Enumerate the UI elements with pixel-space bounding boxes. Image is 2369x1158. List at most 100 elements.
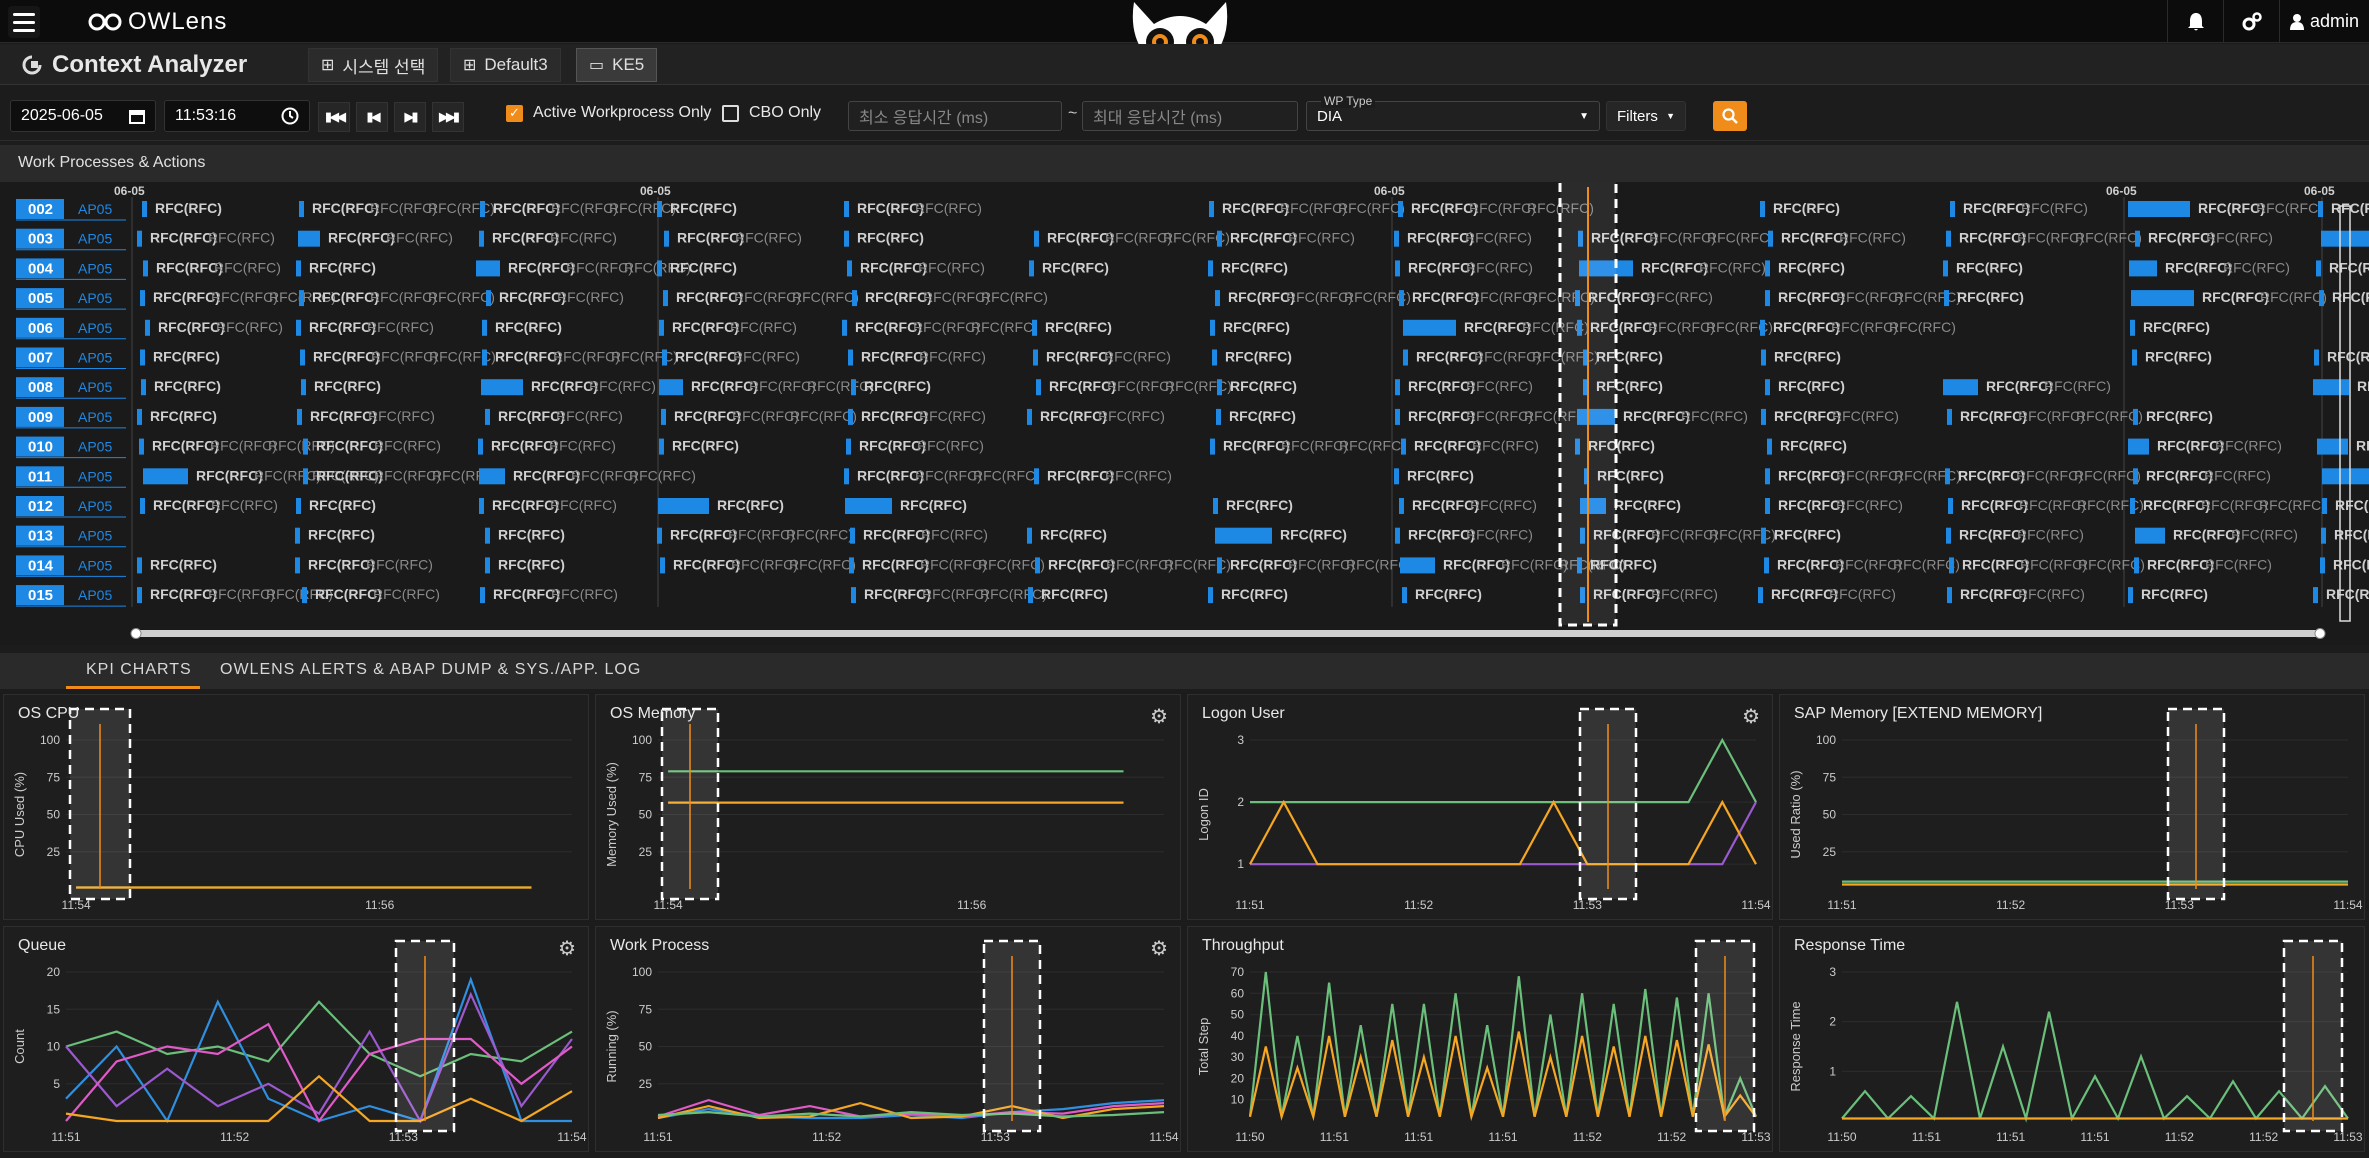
tab-alerts-dump-log[interactable]: OWLENS ALERTS & ABAP DUMP & SYS./APP. LO… [220, 661, 641, 679]
wp-action-bar[interactable] [2130, 498, 2135, 514]
wp-action-bar[interactable] [1394, 468, 1399, 485]
wp-action-bar[interactable] [1036, 379, 1041, 396]
wp-action-bar[interactable] [2313, 379, 2349, 396]
wp-action-bar[interactable] [1765, 468, 1770, 485]
wp-action-bar[interactable] [1217, 557, 1222, 574]
wp-action-bar[interactable] [145, 319, 150, 336]
wp-action-bar[interactable] [1761, 527, 1766, 544]
wp-action-bar[interactable] [479, 468, 505, 485]
wp-action-bar[interactable] [1943, 379, 1978, 396]
wp-action-bar[interactable] [140, 349, 145, 366]
filters-dropdown[interactable]: Filters ▼ [1606, 101, 1686, 131]
wp-action-bar[interactable] [1760, 319, 1765, 336]
wp-action-bar[interactable] [137, 557, 142, 574]
wp-action-bar[interactable] [482, 319, 487, 336]
wp-action-bar[interactable] [1210, 319, 1215, 336]
wp-action-bar[interactable] [143, 260, 148, 277]
wp-action-bar[interactable] [852, 290, 857, 307]
wp-action-bar[interactable] [1215, 290, 1220, 307]
wp-action-bar[interactable] [2133, 408, 2138, 425]
wp-action-bar[interactable] [1403, 319, 1456, 336]
wp-action-bar[interactable] [1217, 230, 1222, 247]
wp-action-bar[interactable] [476, 260, 500, 277]
tab-kpi-charts[interactable]: KPI CHARTS [86, 661, 192, 679]
wp-action-bar[interactable] [1212, 349, 1217, 366]
wp-action-bar[interactable] [1764, 557, 1769, 574]
scrollbar-handle-left[interactable] [130, 628, 142, 639]
wp-action-bar[interactable] [481, 379, 523, 396]
wp-action-bar[interactable] [661, 408, 666, 425]
last-page-button[interactable]: ▶▶▮ [432, 102, 464, 132]
wp-action-bar[interactable] [2314, 349, 2319, 366]
wp-action-bar[interactable] [2128, 201, 2190, 217]
wp-action-bar[interactable] [1765, 290, 1770, 307]
wp-action-bar[interactable] [660, 557, 665, 574]
wp-action-bar[interactable] [844, 201, 849, 217]
wp-action-bar[interactable] [850, 527, 855, 544]
wp-action-bar[interactable] [1034, 468, 1039, 485]
wp-action-bar[interactable] [1395, 527, 1400, 544]
wp-action-bar[interactable] [2318, 201, 2323, 217]
wp-action-bar[interactable] [1032, 319, 1037, 336]
wp-action-bar[interactable] [2129, 260, 2157, 277]
wp-action-bar[interactable] [485, 408, 490, 425]
wp-action-bar[interactable] [479, 498, 484, 514]
wp-action-bar[interactable] [1027, 408, 1032, 425]
active-workprocess-checkbox[interactable]: ✓ Active Workprocess Only [506, 104, 711, 122]
wp-action-bar[interactable] [140, 498, 145, 514]
wp-action-bar[interactable] [1947, 587, 1952, 604]
wp-action-bar[interactable] [137, 587, 142, 604]
wp-action-bar[interactable] [1402, 587, 1407, 604]
wp-action-bar[interactable] [480, 201, 485, 217]
wp-action-bar[interactable] [659, 319, 664, 336]
wp-action-bar[interactable] [849, 557, 854, 574]
wp-action-bar[interactable] [2322, 468, 2369, 485]
wp-action-bar[interactable] [1403, 349, 1408, 366]
wp-action-bar[interactable] [664, 230, 669, 247]
wp-action-bar[interactable] [2321, 527, 2326, 544]
wp-action-bar[interactable] [844, 230, 849, 247]
wp-action-bar[interactable] [659, 438, 664, 455]
wp-action-bar[interactable] [844, 468, 849, 485]
wp-action-bar[interactable] [2316, 260, 2321, 277]
wp-action-bar[interactable] [1208, 587, 1213, 604]
wp-action-bar[interactable] [1947, 408, 1952, 425]
wp-action-bar[interactable] [1943, 260, 1948, 277]
wp-action-bar[interactable] [1765, 498, 1770, 514]
wp-action-bar[interactable] [1395, 379, 1400, 396]
menu-icon[interactable] [8, 6, 40, 38]
wp-action-bar[interactable] [302, 587, 307, 604]
wp-action-bar[interactable] [1209, 201, 1214, 217]
wp-action-bar[interactable] [659, 379, 683, 396]
wp-action-bar[interactable] [1760, 201, 1765, 217]
wp-action-bar[interactable] [299, 201, 304, 217]
wp-action-bar[interactable] [296, 498, 301, 514]
min-response-time-input[interactable]: 최소 응답시간 (ms) [848, 101, 1062, 131]
wp-action-bar[interactable] [301, 379, 306, 396]
wp-action-bar[interactable] [1216, 408, 1221, 425]
wp-action-bar[interactable] [1949, 557, 1954, 574]
wp-action-bar[interactable] [1398, 201, 1403, 217]
wp-action-bar[interactable] [2313, 587, 2318, 604]
wp-action-bar[interactable] [1213, 498, 1218, 514]
tab-ke5[interactable]: ▭ KE5 [576, 48, 658, 82]
wp-action-bar[interactable] [1027, 527, 1032, 544]
tab-default3[interactable]: ⊞ Default3 [450, 48, 561, 82]
time-field[interactable]: 11:53:16 [164, 100, 310, 132]
wp-action-bar[interactable] [295, 527, 300, 544]
wp-action-bar[interactable] [1950, 201, 1955, 217]
max-response-time-input[interactable]: 최대 응답시간 (ms) [1082, 101, 1298, 131]
wp-action-bar[interactable] [1029, 260, 1034, 277]
wp-action-bar[interactable] [296, 319, 301, 336]
wp-action-bar[interactable] [1946, 527, 1951, 544]
admin-user-menu[interactable]: admin [2279, 0, 2369, 43]
settings-cogs-icon[interactable] [2223, 0, 2279, 43]
wp-action-bar[interactable] [851, 587, 856, 604]
wp-action-bar[interactable] [848, 408, 853, 425]
wp-action-bar[interactable] [2128, 587, 2133, 604]
wp-action-bar[interactable] [847, 260, 852, 277]
chart-settings-gear-icon[interactable]: ⚙ [1150, 936, 1168, 961]
wp-action-bar[interactable] [1401, 438, 1406, 455]
notification-bell-icon[interactable] [2167, 0, 2223, 43]
wp-action-bar[interactable] [657, 260, 662, 277]
